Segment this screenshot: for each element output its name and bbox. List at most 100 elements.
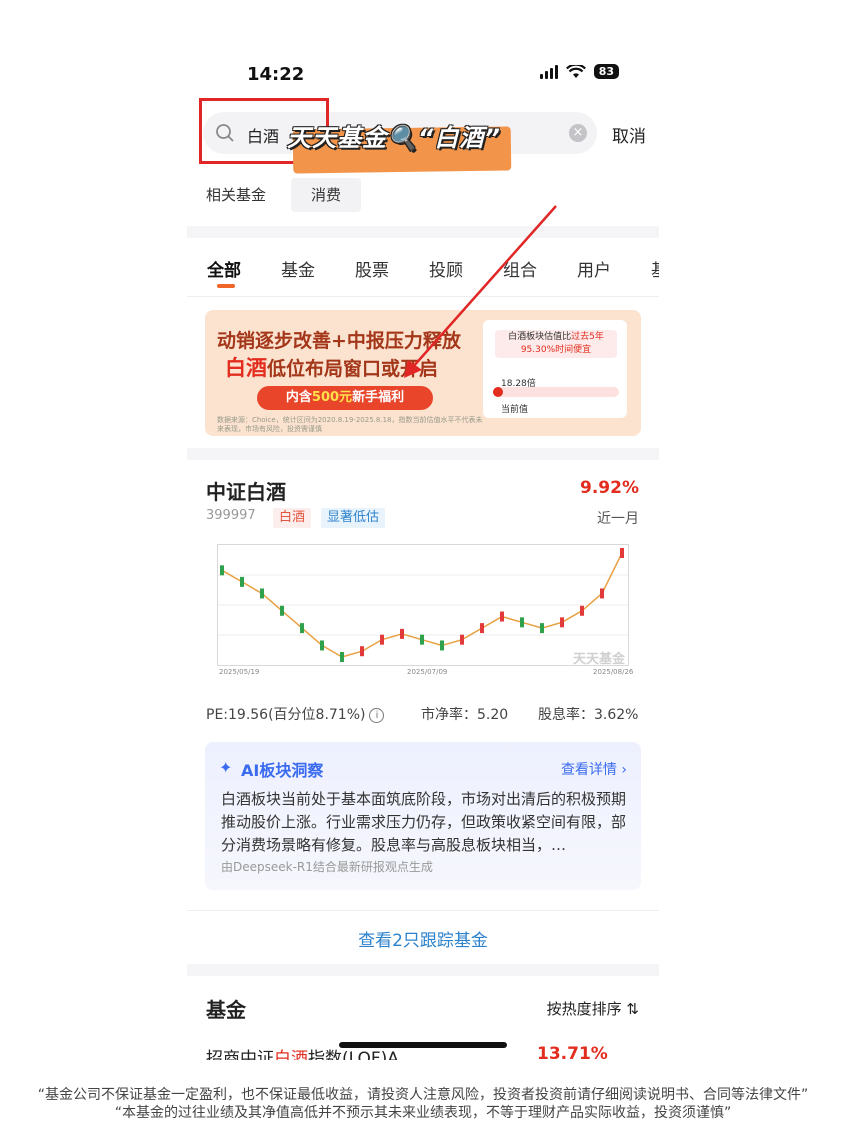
ai-insight-title: AI板块洞察: [241, 761, 324, 780]
index-chart-svg: [218, 548, 628, 662]
status-time: 14:22: [247, 64, 305, 85]
chart-watermark: 天天基金: [573, 652, 626, 667]
banner-headline: 动销逐步改善+中报压力释放: [217, 330, 461, 352]
tab-advisory[interactable]: 投顾: [429, 256, 503, 281]
info-icon[interactable]: i: [369, 707, 385, 723]
card-title-percent: 95.30%时间便宜: [520, 345, 592, 355]
index-name[interactable]: 中证白酒: [206, 476, 286, 505]
card-title-highlight: 过去5年: [571, 332, 604, 342]
related-chip-consumption[interactable]: 消费: [291, 178, 361, 212]
card-title-part: 白酒板块估值比: [508, 332, 572, 342]
section-divider: [187, 910, 659, 911]
data-point: [340, 652, 344, 662]
pe-value: PE:19.56(百分位8.71%): [206, 707, 366, 723]
funds-section-title: 基金: [206, 998, 246, 1022]
x-tick-label: 2025/07/09: [407, 668, 448, 676]
tag-undervalued: 显著低估: [321, 508, 386, 528]
cta-suffix: 新手福利: [352, 390, 405, 405]
cancel-button[interactable]: 取消: [612, 122, 646, 147]
valuation-card: 白酒板块估值比过去5年 95.30%时间便宜 18.28倍 当前值: [483, 320, 627, 418]
ai-insight-body: 白酒板块当前处于基本面筑底阶段，市场对出清后的积极预期推动股价上涨。行业需求压力…: [221, 790, 627, 854]
valuation-bar: [493, 387, 619, 397]
tab-portfolio[interactable]: 组合: [503, 256, 577, 281]
legal-disclaimer-line2: “本基金的过往业绩及其净值高低并不预示其未来业绩表现，不等于理财产品实际收益，投…: [114, 1105, 732, 1121]
ai-insight-card[interactable]: ✦ AI板块洞察 查看详情 › 白酒板块当前处于基本面筑底阶段，市场对出清后的积…: [205, 742, 641, 890]
tag-baijiu: 白酒: [273, 508, 312, 528]
valuation-marker: [493, 387, 503, 397]
view-tracking-funds-button[interactable]: 查看2只跟踪基金: [187, 926, 659, 951]
data-point: [320, 640, 324, 651]
ai-insight-source: 由Deepseek-R1结合最新研报观点生成: [221, 860, 433, 874]
clear-icon[interactable]: ×: [569, 124, 587, 142]
phone-screen: 14:22 83 白酒 × 取消 天天基金🔍“白酒” 相关基金 消费 全部 基金…: [187, 48, 659, 1060]
cta-amount: 500元: [311, 390, 353, 405]
sort-by-popularity-button[interactable]: 按热度排序 ⇅: [547, 998, 639, 1019]
battery-icon: 83: [593, 64, 619, 79]
fund-name-part: 指数(LOF)A: [308, 1049, 399, 1060]
section-divider: [187, 448, 659, 460]
section-divider: [187, 226, 659, 238]
tab-stocks[interactable]: 股票: [355, 256, 429, 281]
banner-subheadline: 白酒低位布局窗口或开启: [225, 352, 438, 382]
tab-users[interactable]: 用户: [577, 256, 651, 281]
view-details-link[interactable]: 查看详情 ›: [561, 759, 627, 779]
tab-fund-more[interactable]: 基: [651, 256, 659, 281]
data-point: [380, 634, 384, 645]
category-tabs: 全部 基金 股票 投顾 组合 用户 基: [207, 256, 659, 281]
data-point: [480, 623, 484, 634]
data-point: [260, 588, 264, 599]
section-divider: [187, 964, 659, 976]
valuation-label: 当前值: [501, 405, 529, 415]
banner-cta-button[interactable]: 内含500元新手福利: [257, 386, 433, 410]
data-point: [620, 548, 624, 558]
sparkle-icon: ✦: [219, 758, 233, 777]
data-point: [280, 605, 284, 616]
data-point: [560, 617, 564, 628]
index-code: 399997: [206, 508, 256, 523]
cta-prefix: 内含: [285, 390, 312, 405]
fund-name-highlight: 白酒: [274, 1049, 308, 1060]
legal-disclaimer-line1: “基金公司不保证基金一定盈利，也不保证最低收益，请投资人注意风险，投资者投资前请…: [37, 1087, 809, 1103]
pe-metric: PE:19.56(百分位8.71%) i: [206, 704, 385, 724]
chevron-right-icon: ›: [621, 762, 627, 778]
banner-subheadline-text: 低位布局窗口或开启: [267, 358, 439, 380]
index-chart[interactable]: [217, 544, 629, 666]
data-point: [600, 588, 604, 599]
fund-row-value: 13.71%: [537, 1044, 608, 1060]
data-point: [540, 623, 544, 634]
home-indicator: [339, 1042, 507, 1048]
tabs-divider: [187, 296, 659, 297]
pb-metric: 市净率：5.20: [421, 707, 509, 723]
fund-name-part: 招商中证: [206, 1049, 274, 1060]
sort-label: 按热度排序: [546, 1000, 622, 1018]
sort-icon: ⇅: [626, 1000, 639, 1018]
data-point: [300, 623, 304, 634]
valuation-card-title: 白酒板块估值比过去5年 95.30%时间便宜: [495, 330, 617, 358]
x-tick-label: 2025/05/19: [219, 668, 260, 676]
data-point: [240, 576, 244, 587]
related-funds-label: 相关基金: [206, 186, 267, 204]
promo-banner[interactable]: 动销逐步改善+中报压力释放 白酒低位布局窗口或开启 内含500元新手福利 数据来…: [205, 310, 641, 436]
tab-funds[interactable]: 基金: [281, 256, 355, 281]
data-point: [500, 611, 504, 622]
signal-icon: [539, 64, 558, 79]
data-point: [580, 605, 584, 616]
data-point: [220, 565, 224, 576]
data-point: [420, 634, 424, 645]
x-tick-label: 2025/08/26: [593, 668, 634, 676]
dividend-metric: 股息率：3.62%: [538, 707, 639, 723]
overlay-caption: 天天基金🔍“白酒”: [287, 124, 501, 152]
data-point: [440, 640, 444, 651]
wifi-icon: [565, 64, 586, 78]
view-details-label: 查看详情: [560, 762, 617, 778]
banner-highlight: 白酒: [225, 356, 267, 380]
index-period[interactable]: 近一月: [597, 508, 639, 528]
status-icons: 83: [539, 64, 619, 79]
banner-disclaimer: 数据来源：Choice，统计区间为2020.8.19-2025.8.18，指数当…: [217, 416, 483, 433]
data-point: [460, 634, 464, 645]
index-change: 9.92%: [580, 478, 639, 498]
data-point: [520, 617, 524, 628]
data-point: [400, 628, 404, 639]
data-point: [360, 646, 364, 657]
tab-all[interactable]: 全部: [207, 256, 281, 281]
